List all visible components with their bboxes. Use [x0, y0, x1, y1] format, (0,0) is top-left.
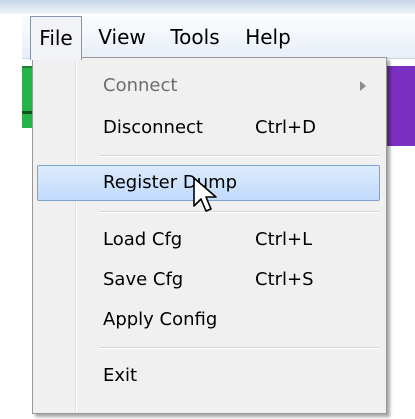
- menu-item-label: Connect: [103, 75, 178, 96]
- menu-file[interactable]: File: [30, 16, 82, 60]
- menu-item-shortcut: Ctrl+L: [255, 229, 313, 250]
- file-menu-dropdown: Connect Disconnect Ctrl+D Register Dump …: [32, 57, 387, 414]
- chevron-right-icon: [360, 81, 366, 91]
- menu-item-shortcut: Ctrl+D: [255, 117, 316, 138]
- menu-item-label: Apply Config: [103, 309, 218, 330]
- menu-separator: [99, 347, 380, 349]
- menu-view[interactable]: View: [92, 16, 152, 58]
- menu-item-label: Load Cfg: [103, 229, 183, 250]
- menu-item-disconnect[interactable]: Disconnect Ctrl+D: [37, 110, 380, 146]
- menu-item-load-cfg[interactable]: Load Cfg Ctrl+L: [37, 222, 380, 258]
- menu-separator: [99, 155, 380, 157]
- menu-help[interactable]: Help: [238, 16, 298, 58]
- menu-separator: [99, 211, 380, 213]
- menu-item-apply-config[interactable]: Apply Config: [37, 302, 380, 338]
- menu-item-label: Save Cfg: [103, 269, 184, 290]
- menu-item-label: Disconnect: [103, 117, 203, 138]
- menu-item-save-cfg[interactable]: Save Cfg Ctrl+S: [37, 262, 380, 298]
- menu-tools[interactable]: Tools: [162, 16, 228, 58]
- menu-item-exit[interactable]: Exit: [37, 358, 380, 394]
- window-left-edge: [0, 14, 22, 419]
- menu-item-connect[interactable]: Connect: [37, 68, 380, 104]
- window-top-border: [0, 0, 415, 14]
- application-window: File View Tools Help Connect Disconnect …: [0, 0, 415, 419]
- menu-bar: File View Tools Help: [22, 16, 415, 60]
- menu-item-shortcut: Ctrl+S: [255, 269, 314, 290]
- mouse-pointer-icon: [193, 177, 217, 212]
- menu-item-label: Exit: [103, 365, 138, 386]
